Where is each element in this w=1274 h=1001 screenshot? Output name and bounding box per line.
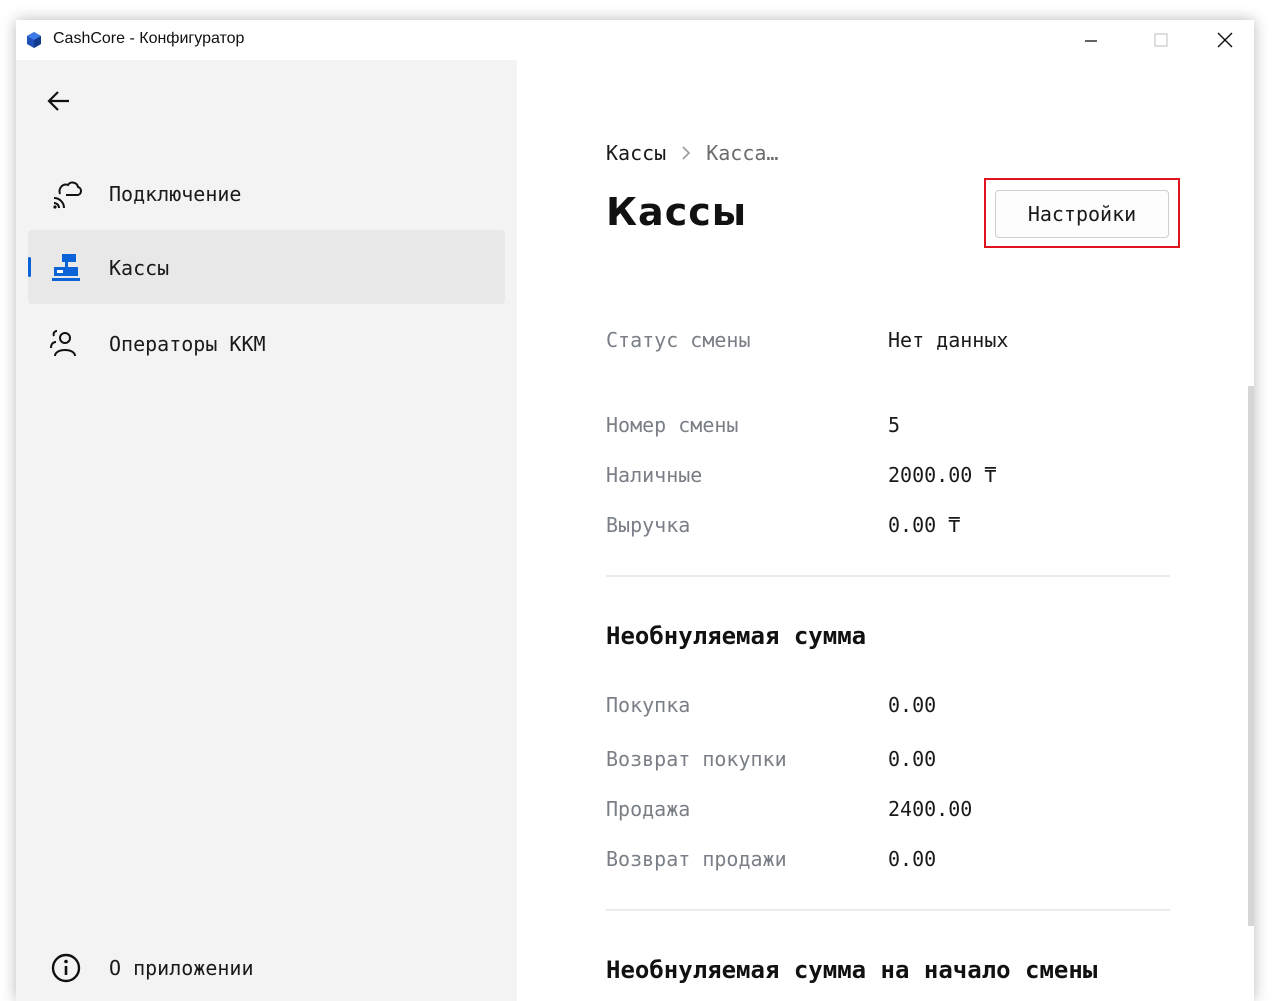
sidebar-item-about[interactable]: О приложении xyxy=(28,944,505,992)
info-icon xyxy=(51,953,81,983)
app-window: CashCore - Конфигуратор Подключение Касс… xyxy=(16,20,1254,1001)
shift-status-row: Статус смены Нет данных xyxy=(606,328,1186,358)
window-title: CashCore - Конфигуратор xyxy=(53,30,245,47)
shift-number-label: Номер смены xyxy=(606,413,739,437)
sidebar-item-operators[interactable]: Операторы ККМ xyxy=(28,306,505,380)
chevron-right-icon xyxy=(680,145,692,161)
sidebar-item-connection[interactable]: Подключение xyxy=(28,156,505,230)
cash-row: Наличные 2000.00 ₸ xyxy=(606,463,1186,493)
sidebar-item-label: О приложении xyxy=(109,956,254,980)
sidebar-item-label: Операторы ККМ xyxy=(109,332,266,356)
scrollbar[interactable] xyxy=(1248,386,1254,926)
sale-return-value: 0.00 xyxy=(888,847,937,871)
sale-return-label: Возврат продажи xyxy=(606,847,787,871)
breadcrumb: Кассы Касса… xyxy=(606,141,778,165)
sale-label: Продажа xyxy=(606,797,691,821)
non-reset-start-heading: Необнуляемая сумма на начало смены xyxy=(606,956,1098,984)
cash-value: 2000.00 ₸ xyxy=(888,463,997,487)
purchase-return-row: Возврат покупки 0.00 xyxy=(606,747,1186,777)
divider xyxy=(606,909,1170,911)
sidebar-item-cash-registers[interactable]: Кассы xyxy=(28,230,505,304)
arrow-left-icon xyxy=(47,91,69,111)
minimize-icon xyxy=(1085,40,1097,42)
sidebar-item-label: Кассы xyxy=(109,256,170,280)
purchase-row: Покупка 0.00 xyxy=(606,693,1186,723)
shift-number-row: Номер смены 5 xyxy=(606,413,1186,443)
title-bar: CashCore - Конфигуратор xyxy=(16,20,1254,60)
divider xyxy=(606,575,1170,577)
shift-status-value: Нет данных xyxy=(888,328,1009,352)
non-reset-sum-heading: Необнуляемая сумма xyxy=(606,622,867,650)
minimize-button[interactable] xyxy=(1056,20,1126,60)
maximize-button[interactable] xyxy=(1126,20,1196,60)
sidebar-item-label: Подключение xyxy=(109,182,242,206)
cloud-connection-icon xyxy=(53,181,82,209)
breadcrumb-current: Касса… xyxy=(706,141,779,165)
shift-status-label: Статус смены xyxy=(606,328,751,352)
back-button[interactable] xyxy=(42,84,76,118)
page-title: Кассы xyxy=(606,190,748,234)
purchase-label: Покупка xyxy=(606,693,691,717)
close-button[interactable] xyxy=(1196,20,1254,60)
sale-return-row: Возврат продажи 0.00 xyxy=(606,847,1186,877)
main-content: Кассы Касса… Кассы Настройки Статус смен… xyxy=(517,60,1254,1001)
purchase-return-value: 0.00 xyxy=(888,747,937,771)
purchase-return-label: Возврат покупки xyxy=(606,747,787,771)
revenue-value: 0.00 ₸ xyxy=(888,513,961,537)
breadcrumb-root-link[interactable]: Кассы xyxy=(606,141,666,165)
sale-row: Продажа 2400.00 xyxy=(606,797,1186,827)
sidebar: Подключение Кассы Операторы ККМ О прилож… xyxy=(16,60,517,1001)
active-indicator xyxy=(28,257,31,277)
highlight-frame xyxy=(984,178,1180,248)
close-icon xyxy=(1217,32,1233,48)
revenue-label: Выручка xyxy=(606,513,691,537)
maximize-icon xyxy=(1154,33,1168,47)
cash-label: Наличные xyxy=(606,463,703,487)
cash-register-icon xyxy=(52,254,80,281)
purchase-value: 0.00 xyxy=(888,693,937,717)
sale-value: 2400.00 xyxy=(888,797,973,821)
app-logo-icon xyxy=(27,32,41,48)
revenue-row: Выручка 0.00 ₸ xyxy=(606,513,1186,543)
operators-icon xyxy=(50,330,76,357)
shift-number-value: 5 xyxy=(888,413,901,437)
